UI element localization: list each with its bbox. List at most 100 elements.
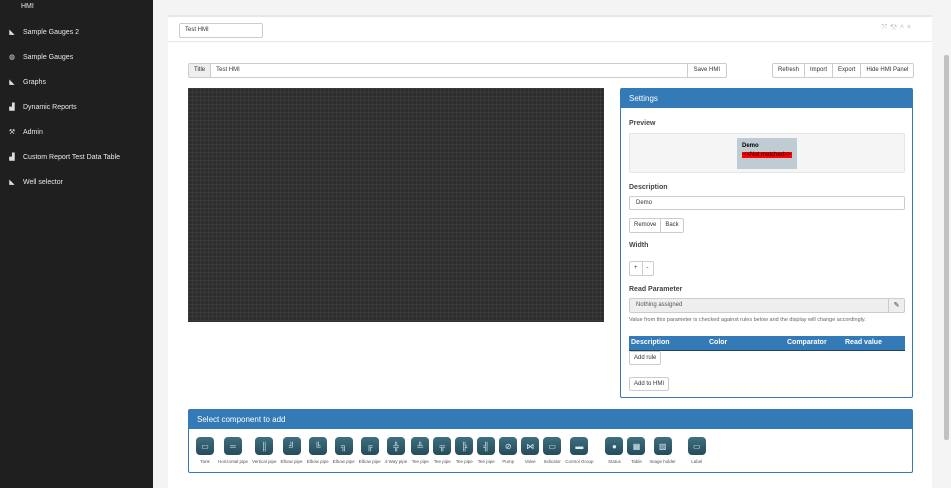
- wrench-icon: ⚒: [8, 129, 16, 136]
- read-parameter-group: Nothing assigned ✎: [629, 298, 905, 313]
- component-elbow-pipe[interactable]: ╚ Elbow pipe: [307, 437, 329, 464]
- elbow-pipe-icon: ╝: [282, 437, 301, 455]
- component-control-group[interactable]: ▬ Control Group: [565, 437, 593, 464]
- width-label: Width: [629, 242, 649, 249]
- component-status[interactable]: ● Status: [605, 437, 624, 464]
- preview-area: Demo <<Not matched>>: [629, 133, 905, 173]
- component-tee-pipe[interactable]: ╩ Tee pipe: [411, 437, 430, 464]
- hmi-name-input[interactable]: Test HMI: [179, 23, 263, 38]
- component-pump[interactable]: ⊘ Pump: [499, 437, 518, 464]
- component-tee-pipe[interactable]: ╦ Tee pipe: [433, 437, 452, 464]
- add-rule-button[interactable]: Add rule: [629, 351, 662, 365]
- component-tank[interactable]: ▭ Tank: [196, 437, 214, 464]
- component-label: Tee pipe: [477, 459, 495, 464]
- component-tee-pipe[interactable]: ╣ Tee pipe: [477, 437, 496, 464]
- component-indicator[interactable]: ▭ Indicator: [543, 437, 562, 464]
- import-button[interactable]: Import: [804, 64, 832, 77]
- component-label: Tee pipe: [455, 459, 473, 464]
- component-list: ▭ Tank ═ Horizontal pipe ║ Vertical pipe ╝ Elbo…: [196, 437, 710, 464]
- scrollbar[interactable]: [944, 55, 949, 440]
- sidebar-item-sample-gauges[interactable]: ◍ Sample Gauges: [7, 50, 73, 64]
- export-button[interactable]: Export: [832, 64, 860, 77]
- sidebar-item-label: Graphs: [23, 78, 46, 86]
- back-button[interactable]: Back: [660, 219, 682, 232]
- sidebar-item-hmi[interactable]: HMI: [21, 3, 34, 10]
- component-label: Elbow pipe: [358, 459, 381, 464]
- component-elbow-pipe[interactable]: ╗ Elbow pipe: [333, 437, 355, 464]
- component-label[interactable]: ▭ Label: [687, 437, 706, 464]
- tee-pipe-icon: ╣: [477, 437, 496, 455]
- component-label: Indicator: [543, 459, 561, 464]
- elbow-pipe-icon: ╚: [308, 437, 327, 455]
- hmi-canvas[interactable]: [188, 88, 604, 322]
- rules-table-header: Description Color Comparator Read value: [629, 336, 905, 351]
- table-icon: ▦: [627, 437, 646, 455]
- collapse-icon[interactable]: ˄: [900, 24, 907, 31]
- component-vertical-pipe[interactable]: ║ Vertical pipe: [252, 437, 277, 464]
- title-label: Title: [189, 64, 212, 77]
- tee-pipe-icon: ╩: [411, 437, 430, 455]
- column-description: Description: [631, 339, 670, 346]
- sidebar-item-label: Well selector: [23, 178, 63, 186]
- width-plus-button[interactable]: +: [630, 262, 642, 275]
- read-parameter-input: Nothing assigned: [636, 302, 683, 308]
- component-tee-pipe[interactable]: ╠ Tee pipe: [455, 437, 474, 464]
- tee-pipe-icon: ╦: [433, 437, 452, 455]
- component-panel-title: Select component to add: [189, 410, 912, 429]
- component-label: Control Group: [565, 459, 594, 464]
- area-chart-icon: ◣: [9, 29, 15, 36]
- tag-select-button[interactable]: ✎: [888, 299, 904, 312]
- component-table[interactable]: ▦ Table: [627, 437, 646, 464]
- title-input[interactable]: Test HMI: [211, 64, 687, 77]
- sidebar: HMI ◣ Sample Gauges 2 ◍ Sample Gauges ◣ Gra…: [0, 0, 153, 488]
- component-label: Pump: [502, 459, 515, 464]
- sidebar-item-label: Dynamic Reports: [23, 103, 77, 111]
- refresh-button[interactable]: Refresh: [773, 64, 804, 77]
- image-holder-icon: ▨: [653, 437, 672, 455]
- width-minus-button[interactable]: -: [641, 262, 653, 275]
- close-icon[interactable]: ×: [907, 24, 914, 31]
- sidebar-item-graphs[interactable]: ◣ Graphs: [7, 75, 46, 89]
- component-label: Tee pipe: [411, 459, 429, 464]
- component-elbow-pipe[interactable]: ╔ Elbow pipe: [359, 437, 381, 464]
- remove-button[interactable]: Remove: [630, 219, 660, 232]
- component-image-holder[interactable]: ▨ Image holder: [649, 437, 676, 464]
- 4-way-pipe-icon: ╬: [386, 437, 405, 455]
- wrench-icon[interactable]: ⚒: [890, 24, 900, 31]
- preview-widget: Demo <<Not matched>>: [737, 138, 797, 169]
- component-elbow-pipe[interactable]: ╝ Elbow pipe: [281, 437, 303, 464]
- sidebar-item-custom-report[interactable]: ▟ Custom Report Test Data Table: [7, 150, 120, 164]
- sidebar-item-well-selector[interactable]: ◣ Well selector: [7, 175, 63, 189]
- component-label: Vertical pipe: [252, 459, 277, 464]
- column-read-value: Read value: [845, 339, 882, 346]
- toolbar-buttons: Refresh Import Export Hide HMI Panel: [772, 63, 915, 78]
- expand-icon[interactable]: ⤧: [881, 24, 890, 31]
- sidebar-item-label: Sample Gauges: [23, 53, 74, 61]
- control-group-icon: ▬: [570, 437, 589, 455]
- help-text: Value from this parameter is checked aga…: [629, 317, 866, 323]
- indicator-icon: ▭: [543, 437, 562, 455]
- sidebar-item-label: Custom Report Test Data Table: [23, 153, 121, 161]
- component-label: Status: [608, 459, 621, 464]
- area-chart-icon: ◣: [9, 179, 15, 186]
- pump-icon: ⊘: [499, 437, 518, 455]
- component-label: Tank: [200, 459, 210, 464]
- tee-pipe-icon: ╠: [455, 437, 474, 455]
- settings-panel: Settings Preview Demo <<Not matched>> De…: [620, 88, 913, 398]
- sidebar-item-sample-gauges-2[interactable]: ◣ Sample Gauges 2: [7, 25, 79, 39]
- component-label: Elbow pipe: [332, 459, 355, 464]
- component-label: Image holder: [649, 459, 676, 464]
- column-comparator: Comparator: [787, 339, 827, 346]
- save-hmi-button[interactable]: Save HMI: [686, 64, 726, 77]
- sidebar-item-dynamic-reports[interactable]: ▟ Dynamic Reports: [7, 100, 77, 114]
- component-label: Label: [691, 459, 703, 464]
- tag-icon: ✎: [893, 302, 900, 309]
- hide-hmi-panel-button[interactable]: Hide HMI Panel: [860, 64, 913, 77]
- component-4-way-pipe[interactable]: ╬ 4-Way pipe: [385, 437, 407, 464]
- add-to-hmi-button[interactable]: Add to HMI: [629, 377, 670, 391]
- component-horizontal-pipe[interactable]: ═ Horizontal pipe: [218, 437, 248, 464]
- component-valve[interactable]: ⋈ Valve: [521, 437, 540, 464]
- sidebar-item-admin[interactable]: ⚒ Admin: [7, 125, 43, 139]
- component-label: Elbow pipe: [306, 459, 329, 464]
- description-input[interactable]: Demo: [629, 196, 905, 210]
